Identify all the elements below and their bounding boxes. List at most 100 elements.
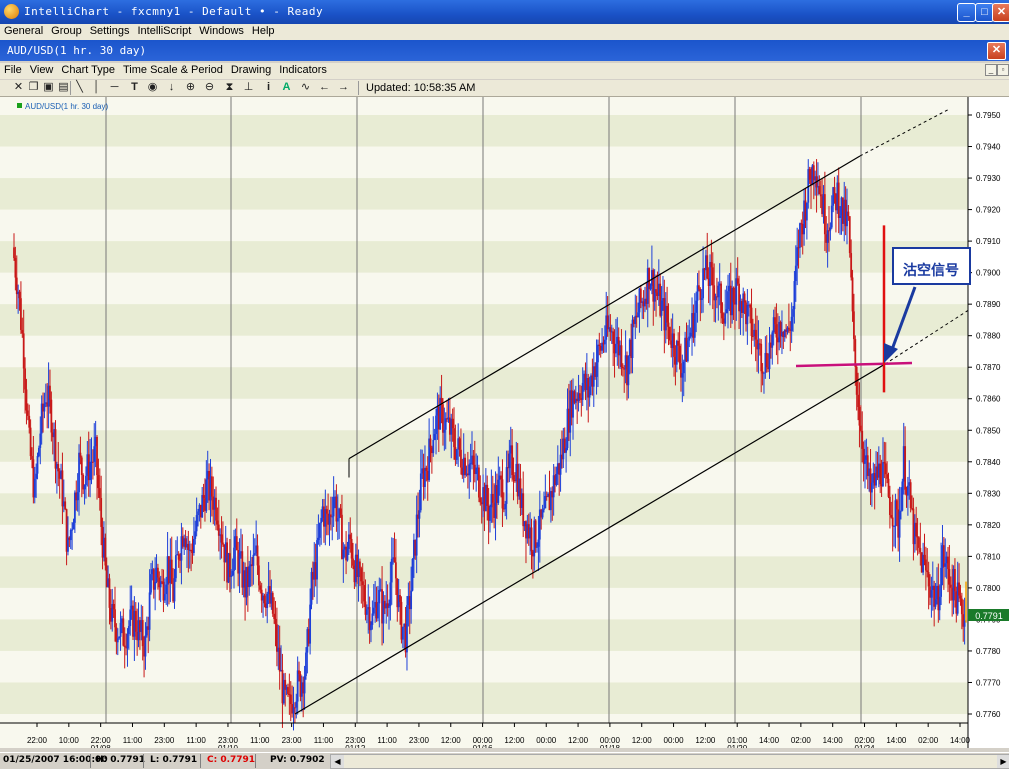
info-icon[interactable]: i <box>262 81 275 94</box>
wave-icon[interactable]: ∿ <box>299 81 312 94</box>
chart-menu-drawing[interactable]: Drawing <box>227 63 275 77</box>
candle-body <box>954 568 956 592</box>
candle-body <box>819 194 822 197</box>
candle-body <box>359 561 361 569</box>
y-tick-label: 0.7950 <box>976 111 1001 120</box>
candle-body <box>57 464 60 472</box>
arrow-down-icon[interactable]: ↓ <box>165 81 178 94</box>
chart-menu-indicators[interactable]: Indicators <box>275 63 331 77</box>
chart-close-button[interactable]: ✕ <box>987 42 1006 60</box>
chart-menu-file[interactable]: File <box>0 63 26 77</box>
line-tool-icon[interactable]: ╲ <box>73 81 86 94</box>
candle-body <box>49 385 51 400</box>
candle-body <box>54 429 57 469</box>
candle-body <box>603 339 606 345</box>
candle-body <box>839 215 841 218</box>
candle-body <box>444 418 447 430</box>
candle-body <box>884 463 887 475</box>
text-a-icon[interactable]: A <box>280 81 293 94</box>
y-tick-label: 0.7820 <box>976 521 1001 530</box>
chart-menu-chart-type[interactable]: Chart Type <box>57 63 119 77</box>
candle-body <box>959 595 962 599</box>
chart-horizontal-scrollbar[interactable]: ◀ ▶ <box>330 754 1009 769</box>
candle-body <box>18 291 21 299</box>
candle-body <box>395 562 397 579</box>
candle-body <box>389 582 392 607</box>
candle-body <box>305 652 307 677</box>
save-icon[interactable]: ▣ <box>42 81 55 94</box>
menu-settings[interactable]: Settings <box>86 24 134 38</box>
y-tick-label: 0.7850 <box>976 426 1001 435</box>
close-button[interactable]: ✕ <box>992 3 1009 22</box>
candle-body <box>588 386 591 398</box>
candle-body <box>858 407 861 426</box>
candle-body <box>148 592 151 630</box>
candle-body <box>33 478 36 498</box>
price-chart[interactable]: 0.7950 0.7940 0.7930 0.7920 0.7910 0.7900 0.78… <box>0 97 1009 748</box>
app-titlebar: IntelliChart - fxcmny1 - Default • - Rea… <box>0 0 1009 24</box>
menu-general[interactable]: General <box>0 24 47 38</box>
candle-body <box>192 538 195 554</box>
x-date-label: 01/10 <box>218 744 239 748</box>
print-icon[interactable]: ▤ <box>57 81 70 94</box>
candle-body <box>13 247 15 259</box>
candle-body <box>100 498 103 527</box>
crosshair-icon[interactable]: ✕ <box>12 81 25 94</box>
candle-body <box>888 496 891 516</box>
candle-body <box>71 529 74 531</box>
y-tick-label: 0.7900 <box>976 269 1001 278</box>
zoom-out-icon[interactable]: ⊖ <box>203 81 216 94</box>
chart-restore-button[interactable]: ▫ <box>997 64 1009 76</box>
fit-icon[interactable]: ⊥ <box>242 81 255 94</box>
target-icon[interactable]: ◉ <box>146 81 159 94</box>
candle-body <box>415 514 418 556</box>
candle-body <box>89 461 92 481</box>
scroll-right-icon[interactable]: ▶ <box>997 755 1009 768</box>
chart-menu-view[interactable]: View <box>26 63 58 77</box>
candle-body <box>504 503 507 510</box>
text-tool-icon[interactable]: T <box>128 81 141 94</box>
arrow-right-icon[interactable]: → <box>337 81 350 94</box>
candle-body <box>882 462 884 487</box>
candle-body <box>512 475 515 480</box>
menu-intelliscript[interactable]: IntelliScript <box>133 24 195 38</box>
status-close: C: 0.7791 <box>207 755 256 765</box>
candle-body <box>352 558 354 566</box>
menu-group[interactable]: Group <box>47 24 86 38</box>
chart-minimize-button[interactable]: _ <box>985 64 997 76</box>
x-tick-label: 12:00 <box>695 736 716 745</box>
candle-body <box>686 340 689 362</box>
y-tick-label: 0.7870 <box>976 363 1001 372</box>
candle-body <box>668 326 671 341</box>
menu-windows[interactable]: Windows <box>195 24 248 38</box>
scroll-left-icon[interactable]: ◀ <box>331 755 344 768</box>
candle-body <box>187 543 190 550</box>
x-date-label: 01/18 <box>600 744 621 748</box>
chart-menu-time-scale[interactable]: Time Scale & Period <box>119 63 227 77</box>
copy-icon[interactable]: ❐ <box>27 81 40 94</box>
grid-band <box>0 304 968 336</box>
candle-body <box>35 473 38 479</box>
horizontal-line-icon[interactable]: ─ <box>108 81 121 94</box>
hourglass-icon[interactable]: ⧗ <box>223 81 236 94</box>
candle-body <box>346 548 349 561</box>
candle-body <box>464 457 466 476</box>
vertical-line-icon[interactable]: │ <box>90 81 103 94</box>
candle-body <box>743 293 746 303</box>
candle-body <box>478 467 480 498</box>
minimize-button[interactable]: _ <box>957 3 976 22</box>
arrow-left-icon[interactable]: ← <box>318 81 331 94</box>
candle-body <box>891 517 894 527</box>
candle-body <box>909 482 912 509</box>
zoom-in-icon[interactable]: ⊕ <box>184 81 197 94</box>
candle-body <box>231 570 234 576</box>
candle-body <box>924 559 927 571</box>
x-tick-label: 12:00 <box>504 736 525 745</box>
candle-body <box>119 622 122 637</box>
menu-help[interactable]: Help <box>248 24 279 38</box>
candle-body <box>274 618 277 625</box>
candle-body <box>695 300 698 313</box>
candle-body <box>930 590 933 598</box>
x-tick-label: 11:00 <box>123 736 143 745</box>
candle-body <box>919 547 922 553</box>
